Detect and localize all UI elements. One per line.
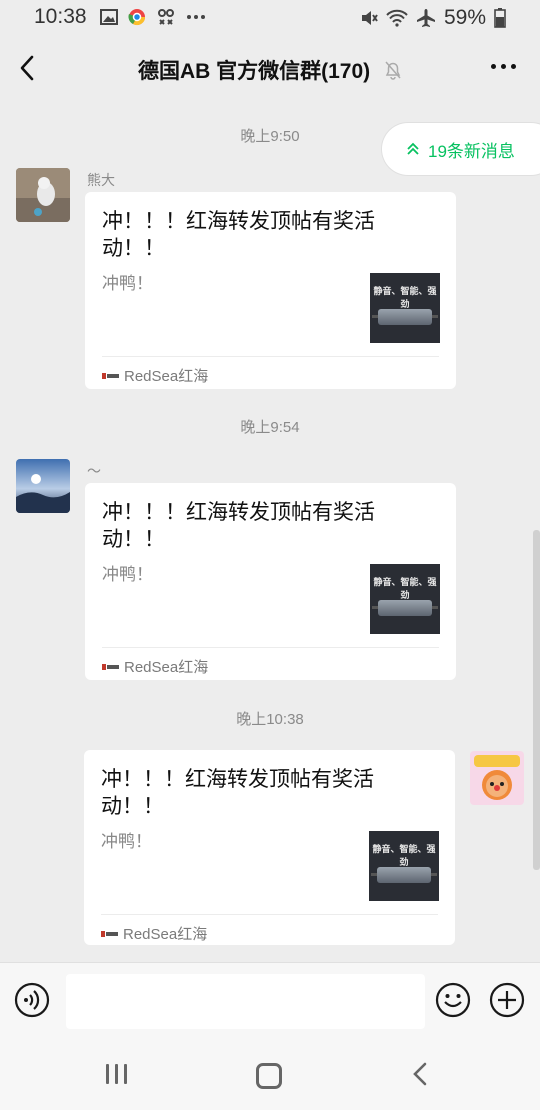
more-icon[interactable] bbox=[491, 64, 516, 69]
message-input[interactable] bbox=[66, 974, 425, 1029]
chrome-icon bbox=[128, 9, 146, 26]
battery-icon bbox=[494, 8, 506, 28]
avatar[interactable] bbox=[16, 168, 70, 222]
thumb-text: 静音、智能、强劲 bbox=[373, 286, 437, 309]
back-nav-icon[interactable] bbox=[410, 1062, 430, 1086]
timestamp: 晚上9:54 bbox=[240, 419, 300, 436]
thumb-device bbox=[378, 309, 432, 325]
card-title: 冲！！！红海转发顶帖有奖活动！！ bbox=[101, 768, 374, 818]
status-time: 10:38 bbox=[34, 5, 87, 28]
recents-icon[interactable] bbox=[106, 1064, 127, 1084]
chat-area[interactable]: 晚上9:50 熊大 冲！！！红海转发顶帖有奖活动！！ 冲鸭！ 静音、智能、强劲 … bbox=[0, 100, 540, 962]
card-source: RedSea红海 bbox=[102, 656, 208, 677]
card-source-label: RedSea红海 bbox=[124, 659, 209, 676]
airplane-icon bbox=[416, 9, 435, 27]
system-nav-bar bbox=[0, 1034, 540, 1110]
chat-header: 德国AB 官方微信群(170) bbox=[0, 36, 540, 100]
group-name: 德国AB 官方微信群(170) bbox=[137, 60, 371, 83]
avatar-image bbox=[16, 459, 70, 513]
home-icon[interactable] bbox=[256, 1063, 282, 1089]
more-dots-icon bbox=[187, 15, 205, 19]
sender-name: ～ bbox=[87, 463, 101, 479]
status-right-icons: 59% bbox=[360, 6, 506, 30]
thumb-device bbox=[378, 600, 432, 616]
card-source-label: RedSea红海 bbox=[123, 926, 208, 943]
redsea-logo-icon bbox=[102, 663, 119, 670]
thumb-device bbox=[377, 867, 431, 883]
sender-name: 熊大 bbox=[87, 172, 115, 188]
avatar-image bbox=[470, 751, 524, 805]
card-source-label: RedSea红海 bbox=[124, 368, 209, 385]
input-bar bbox=[0, 962, 540, 1035]
card-divider bbox=[102, 647, 439, 648]
card-title: 冲！！！红海转发顶帖有奖活动！！ bbox=[102, 501, 375, 551]
plus-icon[interactable] bbox=[489, 982, 525, 1018]
timestamp: 晚上10:38 bbox=[236, 711, 304, 728]
emoji-icon[interactable] bbox=[435, 982, 471, 1018]
redsea-logo-icon bbox=[101, 930, 118, 937]
avatar[interactable] bbox=[470, 751, 524, 805]
thumb-text: 静音、智能、强劲 bbox=[373, 577, 437, 600]
link-card[interactable]: 冲！！！红海转发顶帖有奖活动！！ 冲鸭！ 静音、智能、强劲 RedSea红海 bbox=[85, 483, 456, 680]
card-thumbnail: 静音、智能、强劲 bbox=[370, 273, 440, 343]
status-bar: 10:38 59% bbox=[0, 0, 540, 36]
link-card[interactable]: 冲！！！红海转发顶帖有奖活动！！ 冲鸭！ 静音、智能、强劲 RedSea红海 bbox=[85, 192, 456, 389]
battery-percent: 59% bbox=[443, 6, 486, 29]
page-title: 德国AB 官方微信群(170) bbox=[0, 55, 540, 85]
avatar[interactable] bbox=[16, 459, 70, 513]
card-title: 冲！！！红海转发顶帖有奖活动！！ bbox=[102, 210, 375, 260]
card-thumbnail: 静音、智能、强劲 bbox=[369, 831, 439, 901]
gallery-icon bbox=[100, 9, 118, 25]
avatar-image bbox=[16, 168, 70, 222]
card-description: 冲鸭！ bbox=[102, 274, 153, 293]
card-divider bbox=[102, 356, 439, 357]
card-divider bbox=[101, 914, 438, 915]
card-source: RedSea红海 bbox=[101, 923, 207, 944]
link-card[interactable]: 冲！！！红海转发顶帖有奖活动！！ 冲鸭！ 静音、智能、强劲 RedSea红海 bbox=[84, 750, 455, 945]
thumb-text: 静音、智能、强劲 bbox=[372, 844, 436, 867]
status-left-icons bbox=[100, 8, 206, 26]
card-source: RedSea红海 bbox=[102, 365, 208, 386]
card-description: 冲鸭！ bbox=[101, 832, 152, 851]
redsea-logo-icon bbox=[102, 372, 119, 379]
scrollbar[interactable] bbox=[533, 530, 540, 870]
bell-off-icon bbox=[385, 61, 401, 80]
timestamp: 晚上9:50 bbox=[240, 128, 300, 145]
card-description: 冲鸭！ bbox=[102, 565, 153, 584]
mute-icon bbox=[361, 11, 378, 25]
voicemail-icon bbox=[158, 9, 174, 25]
card-thumbnail: 静音、智能、强劲 bbox=[370, 564, 440, 634]
wifi-icon bbox=[386, 9, 408, 27]
voice-icon[interactable] bbox=[14, 982, 50, 1018]
